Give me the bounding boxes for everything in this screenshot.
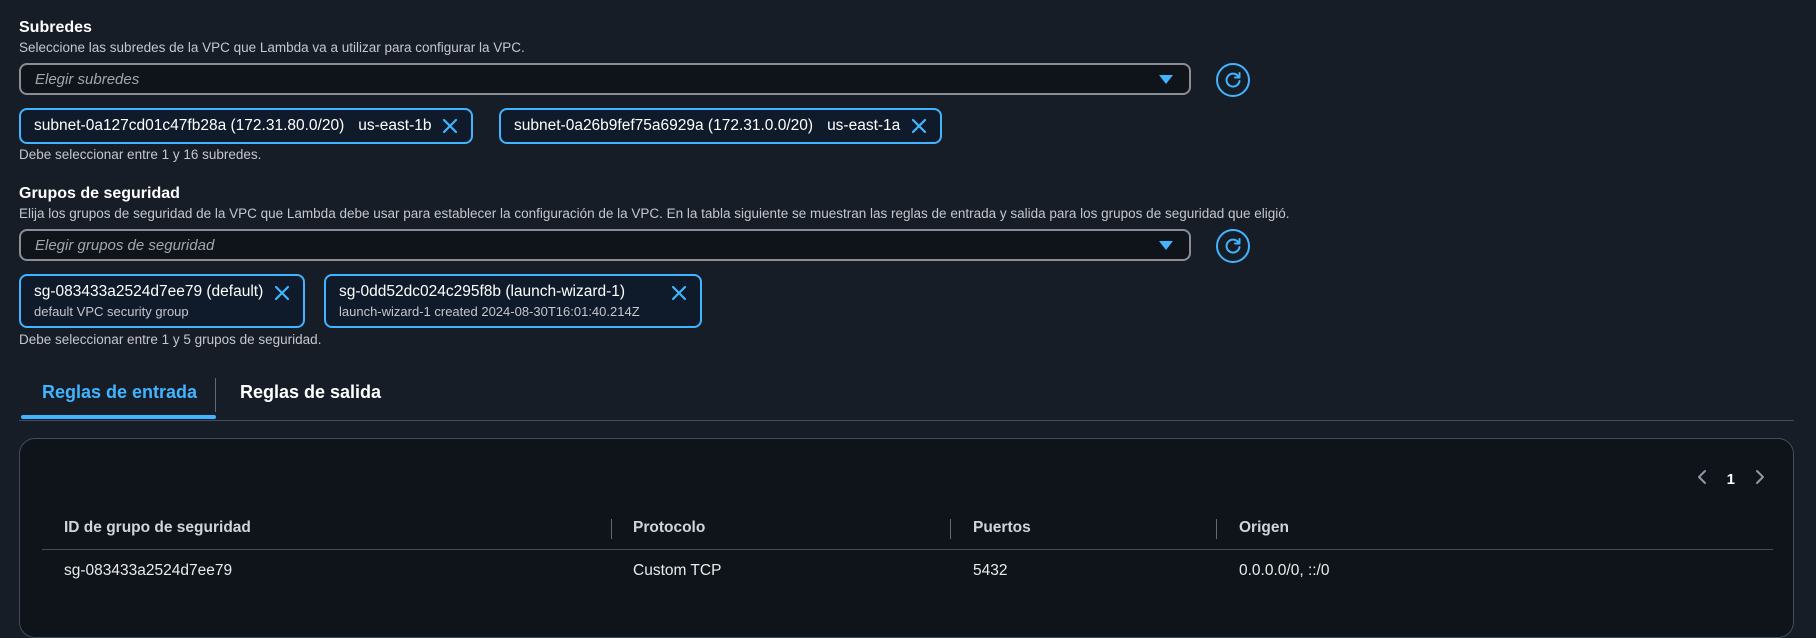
cell-ports: 5432 [973,562,1008,579]
subnets-section: Subredes Seleccione las subredes de la V… [19,18,1259,57]
column-header-protocol[interactable]: Protocolo [633,519,705,537]
column-divider[interactable] [1216,519,1217,539]
security-group-token-name: sg-083433a2524d7ee79 (default) [34,283,264,300]
cell-source: 0.0.0.0/0, ::/0 [1239,562,1330,579]
tab-separator [215,378,216,412]
column-divider[interactable] [611,519,612,539]
subnets-select-placeholder: Elegir subredes [35,70,140,88]
chevron-left-icon [1697,470,1706,484]
current-page-number[interactable]: 1 [1727,471,1735,488]
subnet-token-1: subnet-0a127cd01c47fb28a (172.31.80.0/20… [19,108,474,144]
close-icon [275,285,290,301]
security-groups-section: Grupos de seguridad Elija los grupos de … [19,184,1519,223]
next-page-button[interactable] [1755,469,1765,490]
remove-security-group-button[interactable] [273,284,291,302]
security-groups-label: Grupos de seguridad [19,185,180,202]
table-row: sg-083433a2524d7ee79 Custom TCP 5432 0.0… [42,549,1773,591]
column-divider[interactable] [950,519,951,539]
tab-outbound-rules[interactable]: Reglas de salida [240,382,381,403]
previous-page-button[interactable] [1697,469,1707,490]
security-group-token-description: launch-wizard-1 created 2024-08-30T16:01… [339,304,640,319]
subnet-token-name: subnet-0a26b9fef75a6929a (172.31.0.0/20) [514,117,814,134]
chevron-right-icon [1756,470,1764,484]
close-icon [671,285,686,301]
remove-subnet-button[interactable] [441,117,459,135]
cell-sg-id: sg-083433a2524d7ee79 [64,562,233,579]
column-header-ports[interactable]: Puertos [973,519,1031,537]
pagination: 1 [1697,469,1765,490]
subnets-label: Subredes [19,19,92,36]
subnets-refresh-button[interactable] [1216,63,1250,97]
subnets-description: Seleccione las subredes de la VPC que La… [19,40,525,55]
security-group-token-name: sg-0dd52dc024c295f8b (launch-wizard-1) [339,283,626,300]
security-group-token-text: sg-083433a2524d7ee79 (default) default V… [34,283,263,319]
subnet-token-name: subnet-0a127cd01c47fb28a (172.31.80.0/20… [34,117,345,134]
subnets-select[interactable]: Elegir subredes [19,63,1191,95]
subnets-hint: Debe seleccionar entre 1 y 16 subredes. [19,147,262,162]
security-group-token-1: sg-083433a2524d7ee79 (default) default V… [19,274,306,328]
security-groups-hint: Debe seleccionar entre 1 y 5 grupos de s… [19,332,322,347]
security-group-token-description: default VPC security group [34,304,189,319]
cell-protocol: Custom TCP [633,562,722,579]
remove-subnet-button[interactable] [910,117,928,135]
table-header: ID de grupo de seguridad Protocolo Puert… [42,511,1773,550]
column-header-source[interactable]: Origen [1239,519,1289,537]
rules-table-panel: 1 ID de grupo de seguridad Protocolo Pue… [19,438,1794,638]
subnet-token-region: us-east-1b [358,117,432,134]
active-tab-indicator [21,415,216,419]
security-groups-select[interactable]: Elegir grupos de seguridad [19,229,1191,261]
security-groups-select-placeholder: Elegir grupos de seguridad [35,236,215,254]
refresh-icon [1225,72,1241,88]
refresh-icon [1225,238,1241,254]
caret-down-icon [1159,240,1173,250]
remove-security-group-button[interactable] [670,284,688,302]
caret-down-icon [1159,74,1173,84]
rules-tabs: Reglas de entrada Reglas de salida [19,370,1794,421]
subnet-token-2: subnet-0a26b9fef75a6929a (172.31.0.0/20)… [499,108,943,144]
close-icon [443,118,458,134]
close-icon [912,118,927,134]
security-group-token-text: sg-0dd52dc024c295f8b (launch-wizard-1) l… [339,283,640,319]
subnet-token-region: us-east-1a [827,117,901,134]
tab-inbound-rules[interactable]: Reglas de entrada [42,382,197,403]
security-groups-description: Elija los grupos de seguridad de la VPC … [19,206,1290,221]
security-groups-refresh-button[interactable] [1216,229,1250,263]
column-header-sg-id[interactable]: ID de grupo de seguridad [64,519,251,537]
security-group-token-2: sg-0dd52dc024c295f8b (launch-wizard-1) l… [324,274,702,328]
